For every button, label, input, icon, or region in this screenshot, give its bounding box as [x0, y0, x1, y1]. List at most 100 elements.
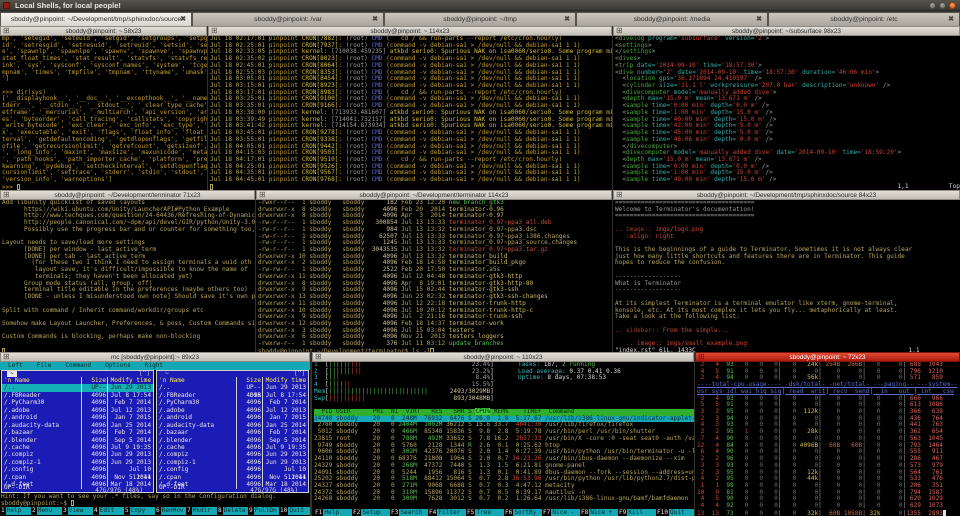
terminal-notes[interactable]: Add libunity quicklist of saved layouts … — [2, 200, 255, 352]
mc-file-row[interactable]: /.FBReader4096Jul 8 17:54 — [2, 392, 153, 399]
tab-2[interactable]: sboddy@pinpoint: ~/tmp✖ — [384, 12, 576, 26]
fkey-delete[interactable]: 8Delete — [217, 507, 248, 515]
close-button[interactable] — [949, 2, 956, 9]
window-titlebar[interactable]: Local Shells, for local people! — [0, 0, 960, 11]
terminal-xml[interactable]: <divelog program='subsurface' version='2… — [615, 36, 960, 190]
terminal-syslog[interactable]: Jul 18 02:17:01 pinpoint CRON[7882]: (ro… — [210, 36, 612, 190]
tab-4[interactable]: sboddy@pinpoint: /etc✖ — [768, 12, 960, 26]
mc-file-row[interactable]: /.android4096Jan 7 2015 — [157, 414, 308, 421]
mc-file-row[interactable]: /.compiz4096Jun 29 2013 — [157, 451, 308, 458]
terminal-dstat[interactable]: 2 4 93 0 0 0| 0 24k| 254B 286B| 0 0| 688… — [697, 362, 960, 516]
mc-file-row[interactable]: /.cache4096Jul 9 19:35 — [2, 444, 153, 451]
pane-titlebar[interactable]: ⊞sboddy@pinpoint: ~ 58x23 — [0, 26, 207, 36]
fkey-search[interactable]: F3Search — [390, 509, 428, 516]
fkey-copy[interactable]: 5Copy — [124, 507, 155, 515]
tab-close-icon[interactable]: ✖ — [180, 15, 186, 23]
pane-titlebar[interactable]: ⊞sboddy@pinpoint: ~ 110x23 — [312, 352, 694, 362]
mc-menu-right[interactable]: Right — [145, 362, 163, 370]
pane-python-repl[interactable]: ⊞sboddy@pinpoint: ~ 58x23 mp', 'setegid'… — [0, 26, 207, 190]
fkey-help[interactable]: F1Help — [314, 509, 352, 516]
tab-1[interactable]: sboddy@pinpoint: /var✖ — [192, 12, 384, 26]
fkey-quit[interactable]: 10Quit — [279, 507, 310, 515]
terminal-line[interactable]: 24268 sboddy 20 0 300M 7628 3012 S 0.7 0… — [314, 496, 694, 503]
mc-file-row[interactable]: /..UP--DIRJun 29 2013 — [157, 384, 308, 391]
tab-close-icon[interactable]: ✖ — [372, 15, 378, 23]
fkey-tree[interactable]: F5Tree — [466, 509, 504, 516]
tab-close-icon[interactable]: ✖ — [948, 15, 954, 23]
fkey-edit[interactable]: 4Edit — [93, 507, 124, 515]
pane-titlebar-focused[interactable]: ⊞sboddy@pinpoint: ~ 72x23 — [695, 352, 960, 362]
mc-file-row[interactable]: /.compiz-14096Jun 29 2013 — [157, 459, 308, 466]
tab-close-icon[interactable]: ✖ — [756, 15, 762, 23]
mc-file-row[interactable]: /.adobe4096Jul 12 2013 — [2, 407, 153, 414]
mc-file-row[interactable]: /..UP--DIRJun 29 2013 — [2, 384, 153, 391]
terminal-ls[interactable]: -rwxr--r-- 1 sboddy sboddy 182 Feb 23 12… — [258, 200, 612, 352]
tab-3[interactable]: sboddy@pinpoint: /media✖ — [576, 12, 768, 26]
pane-syslog[interactable]: ⊞sboddy@pinpoint: ~ 114x23 Jul 18 02:17:… — [208, 26, 612, 190]
fkey-setup[interactable]: F2Setup — [352, 509, 390, 516]
pane-rst-vim[interactable]: ⊞sboddy@pinpoint: ~/Development/tmp/sphi… — [613, 190, 960, 352]
maximize-button[interactable] — [939, 2, 946, 9]
pane-htop[interactable]: ⊞sboddy@pinpoint: ~ 110x23 1 [||||||||| … — [312, 352, 694, 516]
fkey-nice+[interactable]: F8Nice + — [580, 509, 618, 516]
mc-file-row[interactable]: /.PyCharm304096Feb 7 2014 — [2, 399, 153, 406]
mc-file-row[interactable]: /.android4096Jan 7 2015 — [2, 414, 153, 421]
terminal-mc[interactable]: Left File Command Options Right~[^]'n NameSi… — [0, 362, 310, 516]
fkey-help[interactable]: 1Help — [0, 507, 31, 515]
mc-menu-options[interactable]: Options — [105, 362, 131, 370]
mc-file-row[interactable]: /.audacity-data4096Jan 25 2014 — [2, 422, 153, 429]
mc-file-row[interactable]: /.blender4096Sep 5 2014 — [157, 437, 308, 444]
pane-titlebar[interactable]: ⊞sboddy@pinpoint: ~/Development/tmp/sphi… — [613, 190, 960, 200]
pane-dstat-focused[interactable]: ⊞sboddy@pinpoint: ~ 72x23 2 4 93 0 0 0| … — [695, 352, 960, 516]
mc-file-row[interactable]: /.adobe4096Jul 12 2013 — [157, 407, 308, 414]
fkey-quit[interactable]: F10Quit — [656, 509, 694, 516]
fkey-pulldn[interactable]: 9PullDn — [248, 507, 279, 515]
pane-ls-listing[interactable]: ⊞sboddy@pinpoint: ~/Development/terminat… — [256, 190, 612, 352]
terminal-python[interactable]: mp', 'setegid', 'seteuid', 'setgid', 'se… — [2, 36, 207, 190]
fkey-mkdir[interactable]: 7Mkdir — [186, 507, 217, 515]
mc-file-row[interactable]: /.FBReader4096Jul 8 17:54 — [157, 392, 308, 399]
mc-right-panel[interactable]: ~[^]'n NameSizeModify time/..UP--DIRJun … — [156, 370, 309, 493]
minimize-button[interactable] — [929, 2, 936, 9]
pane-titlebar[interactable]: ⊞sboddy@pinpoint: ~/Development/terminat… — [0, 190, 255, 200]
mc-panel-corner: [^] — [294, 370, 305, 377]
fkey-renmov[interactable]: 6RenMov — [155, 507, 186, 515]
terminal-htop[interactable]: 1 [||||||||| 23.4%]2 [||||||||| 23.2%]3 … — [314, 362, 694, 516]
terminal-line: hopes to reduce the confusion. — [615, 260, 960, 267]
tab-0[interactable]: sboddy@pinpoint: ~/Development/tmp/sphin… — [0, 12, 192, 26]
mc-file-row[interactable]: /.config4096Jul 10 11:41 — [157, 466, 308, 473]
mc-menu-left[interactable]: Left — [8, 362, 23, 370]
pane-titlebar[interactable]: ⊞sboddy@pinpoint: ~/subsurface 98x23 — [613, 26, 960, 36]
tab-close-icon[interactable]: ✖ — [564, 15, 570, 23]
mc-left-panel[interactable]: ~[^]'n NameSizeModify time/..UP--DIRJun … — [1, 370, 154, 493]
pane-xml-vim[interactable]: ⊞sboddy@pinpoint: ~/subsurface 98x23 <di… — [613, 26, 960, 190]
mc-file-row[interactable]: /.bazaar4096Feb 7 2014 — [157, 429, 308, 436]
mc-file-row[interactable]: /.compiz-14096Jun 29 2013 — [2, 459, 153, 466]
mc-menu-file[interactable]: File — [37, 362, 52, 370]
mc-file-row[interactable]: /.cpan4096Nov 5 2014 — [2, 474, 153, 481]
mc-menu-command[interactable]: Command — [65, 362, 91, 370]
mc-file-row[interactable]: /.bazaar4096Feb 7 2014 — [2, 429, 153, 436]
mc-file-row[interactable]: /.cache4096Jul 9 19:35 — [157, 444, 308, 451]
pane-titlebar[interactable]: ⊞sboddy@pinpoint: ~/Development/terminat… — [256, 190, 612, 200]
mc-file-row[interactable]: /.cpan4096Nov 5 2014 — [157, 474, 308, 481]
mc-file-row[interactable]: /.audacity-data4096Jan 25 2014 — [157, 422, 308, 429]
pane-titlebar[interactable]: ⊞mc [sboddy@pinpoint]:~ 89x23 — [0, 352, 310, 362]
mc-file-row[interactable]: /.config4096Jul 10 11:41 — [2, 466, 153, 473]
terminal-rst[interactable]: ======================================We… — [615, 200, 960, 352]
fkey-kill[interactable]: F9Kill — [618, 509, 656, 516]
mc-command-prompt[interactable]: sboddy@pinpoint:~$ — [0, 500, 310, 507]
fkey-view[interactable]: 3View — [62, 507, 93, 515]
fkey-nice-[interactable]: F7Nice - — [542, 509, 580, 516]
mc-file-row[interactable]: /.blender4096Sep 5 2014 — [2, 437, 153, 444]
fkey-sortby[interactable]: F6SortBy — [504, 509, 542, 516]
pane-titlebar[interactable]: ⊞sboddy@pinpoint: ~ 114x23 — [208, 26, 612, 36]
fkey-filter[interactable]: F4Filter — [428, 509, 466, 516]
mc-file-row[interactable]: /.compiz4096Jun 29 2013 — [2, 451, 153, 458]
fkey-menu[interactable]: 2Menu — [31, 507, 62, 515]
htop-sort-column[interactable]: CPU% — [475, 408, 490, 415]
mc-header-row: 'n NameSizeModify time — [2, 377, 153, 384]
pane-todo-notes[interactable]: ⊞sboddy@pinpoint: ~/Development/terminat… — [0, 190, 255, 352]
mc-file-row[interactable]: /.PyCharm304096Feb 7 2014 — [157, 399, 308, 406]
pane-midnight-commander[interactable]: ⊞mc [sboddy@pinpoint]:~ 89x23 Left File Co… — [0, 352, 310, 516]
